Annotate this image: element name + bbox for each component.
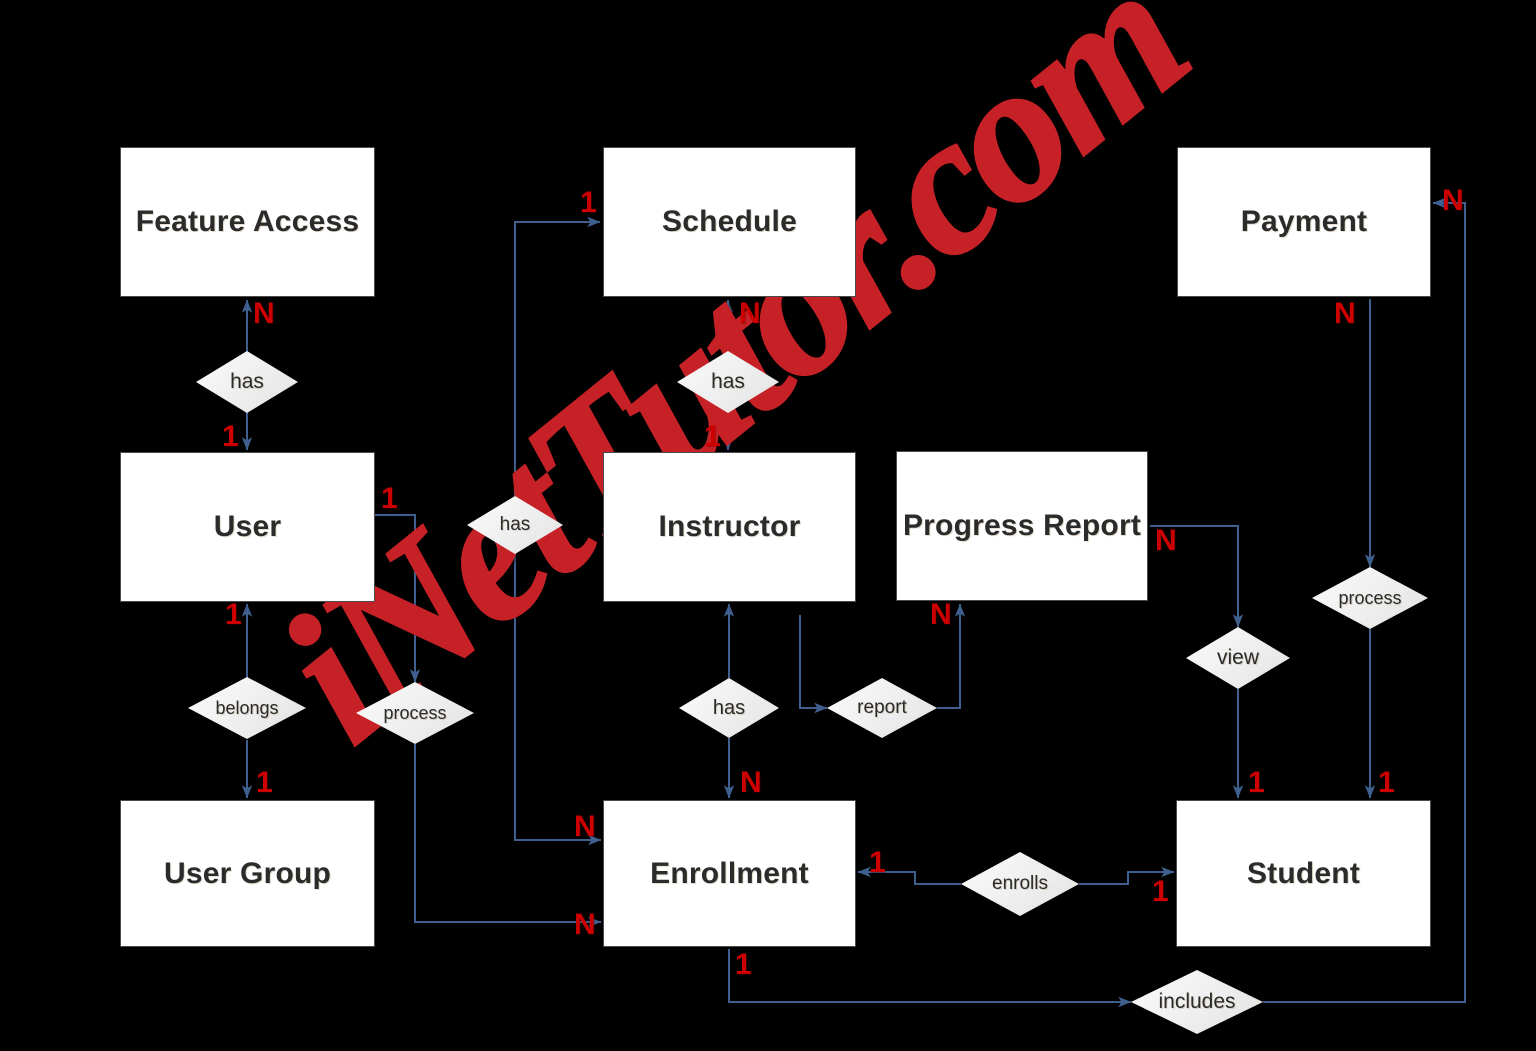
edge-hasmid-enrollment xyxy=(514,554,602,846)
relationship-label: has xyxy=(230,370,264,393)
cardinality-usergroup-1: 1 xyxy=(256,766,273,799)
relationship-label: view xyxy=(1216,646,1259,669)
entity-label: User Group xyxy=(163,856,332,890)
entity-label: Instructor xyxy=(658,510,801,543)
entity-feature-access[interactable]: Feature Access xyxy=(120,147,375,297)
entity-schedule[interactable]: Schedule xyxy=(603,147,856,297)
entity-label: Feature Access xyxy=(135,205,360,238)
cardinality-user-top-1: 1 xyxy=(222,420,239,453)
cardinality-enrollment-process-n: N xyxy=(574,908,596,941)
entity-student[interactable]: Student xyxy=(1176,800,1431,947)
cardinality-enrollment-bottom-1: 1 xyxy=(735,948,752,981)
relationship-label: has xyxy=(711,370,745,393)
cardinality-progress-right-n: N xyxy=(1155,524,1177,557)
relationship-label: includes xyxy=(1158,990,1236,1013)
cardinality-payment-bottom-n: N xyxy=(1334,297,1356,330)
relationship-label: process xyxy=(1338,587,1402,608)
cardinality-progress-bottom-n: N xyxy=(930,598,952,631)
cardinality-student-process-1: 1 xyxy=(1378,766,1395,799)
edge-enrollment-report xyxy=(799,615,828,714)
entity-user-group[interactable]: User Group xyxy=(120,800,375,947)
cardinality-instructor-top-1: 1 xyxy=(704,420,721,453)
edge-user-process xyxy=(375,514,421,683)
edge-enrollment-includes xyxy=(728,949,1132,1008)
cardinality-user-right-1: 1 xyxy=(381,482,398,515)
entity-label: User xyxy=(213,510,282,543)
entity-enrollment[interactable]: Enrollment xyxy=(603,800,856,947)
relationship-label: has xyxy=(499,514,531,535)
entity-label: Payment xyxy=(1240,205,1368,238)
cardinality-enrollment-right-1: 1 xyxy=(869,846,886,879)
entity-user[interactable]: User xyxy=(120,452,375,602)
cardinality-student-view-1: 1 xyxy=(1248,766,1265,799)
cardinality-user-bottom-1: 1 xyxy=(225,598,242,631)
entity-label: Progress Report xyxy=(902,509,1142,542)
cardinality-payment-right-n: N xyxy=(1442,184,1464,217)
cardinality-enrollment-top-n: N xyxy=(740,766,762,799)
cardinality-schedule-left-1: 1 xyxy=(580,186,597,219)
cardinality-feature-access-n: N xyxy=(253,297,275,330)
cardinality-enrollment-schedule-n: N xyxy=(574,810,596,843)
entity-label: Student xyxy=(1246,856,1361,890)
relationship-label: process xyxy=(383,702,447,723)
cardinality-student-left-1: 1 xyxy=(1152,875,1169,908)
relationship-label: has xyxy=(712,696,746,719)
entity-label: Schedule xyxy=(662,205,797,238)
entity-progress-report[interactable]: Progress Report xyxy=(896,451,1148,601)
relationship-label: belongs xyxy=(215,697,279,718)
entity-label: Enrollment xyxy=(650,856,809,890)
relationship-label: enrolls xyxy=(992,873,1048,894)
er-diagram-canvas: iNetTutor.com Feature Access Schedule Pa… xyxy=(0,0,1536,1051)
edge-hasmid-schedule xyxy=(514,216,601,496)
entity-payment[interactable]: Payment xyxy=(1177,147,1431,297)
relationship-label: report xyxy=(857,697,907,718)
cardinality-schedule-n: N xyxy=(739,297,761,330)
entity-instructor[interactable]: Instructor xyxy=(603,452,856,602)
